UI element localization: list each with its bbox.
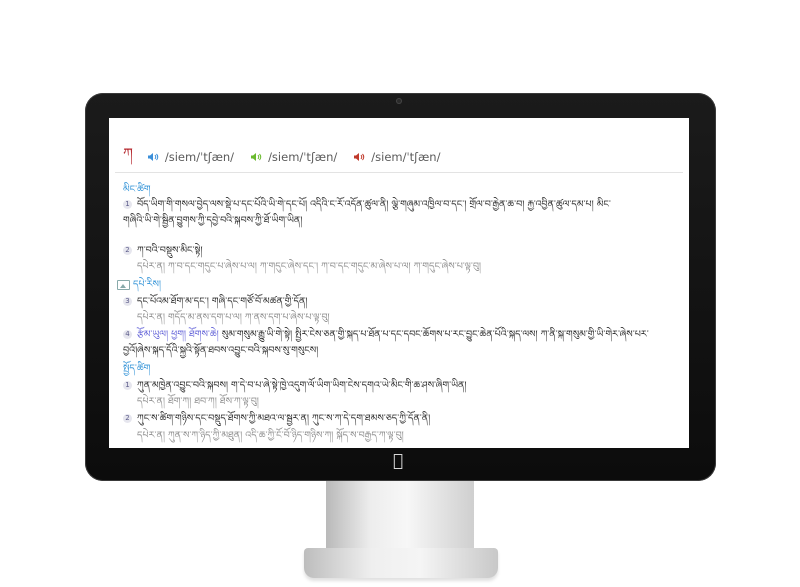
number-badge: 3 [123, 297, 132, 306]
speaker-3-icon[interactable] [353, 152, 365, 162]
apple-logo-icon:  [390, 452, 406, 470]
number-badge: 1 [123, 381, 132, 390]
speaker-2-icon[interactable] [250, 152, 262, 162]
camera-dot [396, 98, 402, 104]
ipa-1: /siem/ˈtʃæn/ [164, 150, 235, 164]
number-badge: 1 [123, 200, 132, 209]
pronunciation-bar: ཀ /siem/ˈtʃæn/ /siem/ˈtʃæn/ /siem/ˈtʃæn/ [123, 146, 450, 166]
ipa-2: /siem/ˈtʃæn/ [268, 150, 338, 164]
definition-4-continued: བྱའོ།ཞེས་སྐད་དོའི་སྐྱའི་སྟོན་ཐབས་འབྱུང་བ… [123, 345, 319, 356]
dictionary-screen: ཀ /siem/ˈtʃæn/ /siem/ˈtʃæn/ /siem/ˈtʃæn/… [109, 118, 689, 448]
definition-1-continued: གཞིའི་ཡི་གེ་སྦྱིན་བྱུགས་ཀྱི་དབྱེ་བའི་སྐབ… [123, 215, 303, 226]
header-divider [115, 172, 683, 173]
headword: ཀ [123, 146, 133, 162]
number-badge: 2 [123, 246, 132, 255]
number-badge: 2 [123, 414, 132, 423]
ipa-3: /siem/ˈtʃæn/ [371, 150, 441, 164]
monitor-stand-base [304, 548, 498, 578]
monitor-stand-neck [326, 481, 474, 551]
synonym-2-example: དཔེར་ན། ཀུན་ས་ཀ་ཉིད་ཀྱི་མཐུན། འདི་ཆ་ཀྱི་… [137, 430, 404, 441]
image-icon [117, 279, 130, 290]
speaker-1-icon[interactable] [147, 152, 159, 162]
number-badge: 4 [123, 330, 132, 339]
definition-2-example: དཔེར་ན། ཀ་བ་དང་གདུང་པ་ཞེས་པ་ལ། ཀ་གདུང་ཞེ… [137, 261, 482, 272]
